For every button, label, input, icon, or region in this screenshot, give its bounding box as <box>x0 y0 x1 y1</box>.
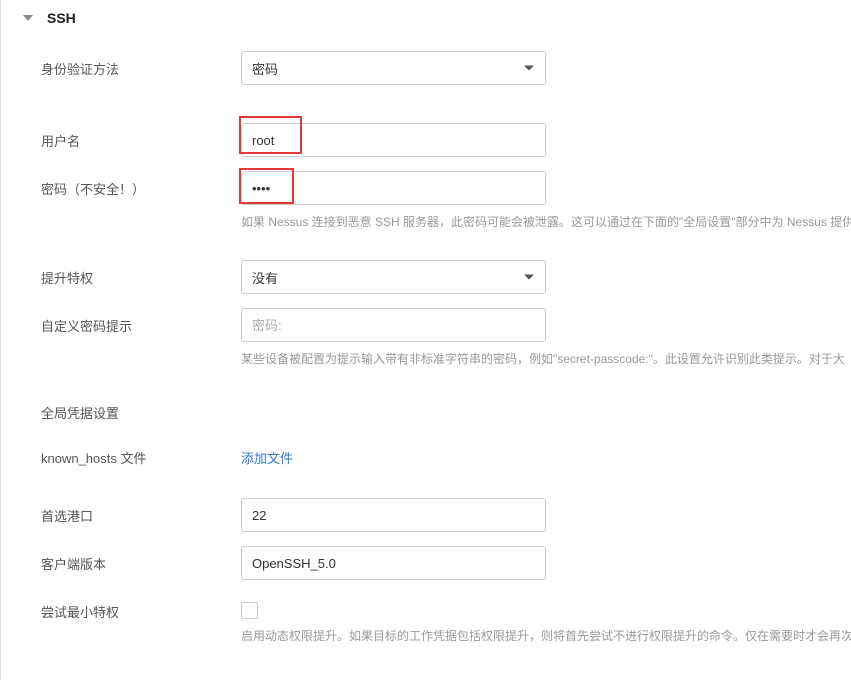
password-help: 如果 Nessus 连接到恶意 SSH 服务器，此密码可能会被泄露。这可以通过在… <box>241 213 851 232</box>
label-elevate: 提升特权 <box>41 260 241 287</box>
custom-prompt-help: 某些设备被配置为提示输入带有非标准字符串的密码，例如"secret-passco… <box>241 350 851 369</box>
auth-method-select[interactable] <box>241 51 546 85</box>
username-input[interactable] <box>241 123 546 157</box>
auth-method-value[interactable] <box>241 51 546 85</box>
label-least-priv: 尝试最小特权 <box>41 594 241 621</box>
row-password: 密码（不安全！） 如果 Nessus 连接到恶意 SSH 服务器，此密码可能会被… <box>41 171 851 232</box>
row-preferred-port: 首选港口 <box>41 498 851 534</box>
ssh-section-header[interactable]: SSH <box>1 0 851 41</box>
password-input[interactable] <box>241 171 546 205</box>
chevron-down-icon <box>23 15 33 21</box>
row-elevate: 提升特权 <box>41 260 851 296</box>
least-priv-checkbox[interactable] <box>241 602 258 619</box>
label-auth-method: 身份验证方法 <box>41 51 241 78</box>
add-file-link[interactable]: 添加文件 <box>241 451 293 466</box>
preferred-port-input[interactable] <box>241 498 546 532</box>
row-least-priv: 尝试最小特权 启用动态权限提升。如果目标的工作凭据包括权限提升，则将首先尝试不进… <box>41 594 851 646</box>
section-body: 身份验证方法 用户名 密码（不安全！） 如果 Nessus 连接到恶意 SSH … <box>1 41 851 671</box>
ssh-config-panel: SSH 身份验证方法 用户名 密码（不安全！） 如 <box>0 0 851 680</box>
row-client-version: 客户端版本 <box>41 546 851 582</box>
row-auth-method: 身份验证方法 <box>41 51 851 87</box>
label-custom-prompt: 自定义密码提示 <box>41 308 241 335</box>
label-password: 密码（不安全！） <box>41 171 241 198</box>
row-custom-prompt: 自定义密码提示 某些设备被配置为提示输入带有非标准字符串的密码，例如"secre… <box>41 308 851 369</box>
client-version-input[interactable] <box>241 546 546 580</box>
label-client-version: 客户端版本 <box>41 546 241 573</box>
label-preferred-port: 首选港口 <box>41 498 241 525</box>
elevate-select[interactable] <box>241 260 546 294</box>
global-credentials-title: 全局凭据设置 <box>41 373 851 440</box>
custom-prompt-input[interactable] <box>241 308 546 342</box>
row-username: 用户名 <box>41 123 851 159</box>
section-title: SSH <box>47 10 76 26</box>
elevate-value[interactable] <box>241 260 546 294</box>
label-username: 用户名 <box>41 123 241 150</box>
row-known-hosts: known_hosts 文件 添加文件 <box>41 440 851 476</box>
label-known-hosts: known_hosts 文件 <box>41 440 241 467</box>
least-priv-help: 启用动态权限提升。如果目标的工作凭据包括权限提升，则将首先尝试不进行权限提升的命… <box>241 627 851 646</box>
